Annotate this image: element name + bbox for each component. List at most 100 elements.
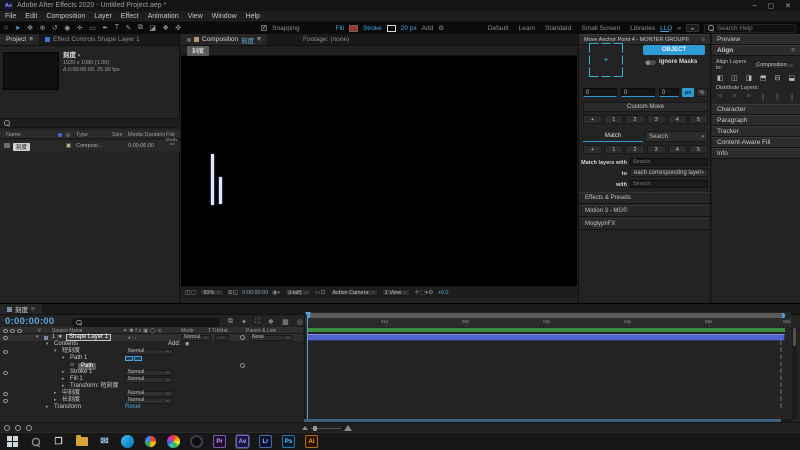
time-ruler[interactable]: 01s02s03s04s05s bbox=[305, 318, 791, 327]
workspace-tab[interactable]: Learn bbox=[518, 25, 535, 32]
mask-visibility-icon[interactable]: ◱ bbox=[233, 290, 239, 296]
row-stroke-1[interactable]: ▸ Stroke 1 Normal bbox=[0, 369, 303, 376]
match-preset-button[interactable]: 1 bbox=[604, 145, 623, 154]
property-group-name[interactable]: Transform: 短刻度 bbox=[70, 383, 118, 390]
short-tick-shape[interactable] bbox=[219, 177, 222, 204]
match-preset-button[interactable]: + bbox=[583, 145, 602, 154]
content-aware-fill-panel-header[interactable]: Content-Aware Fill bbox=[712, 137, 800, 148]
camera-dropdown[interactable]: Active Camera bbox=[330, 289, 378, 296]
shy-layers-icon[interactable]: ❖ bbox=[268, 318, 274, 326]
align-to-dropdown[interactable]: Composition bbox=[753, 62, 796, 69]
add-label[interactable]: Add bbox=[422, 25, 434, 32]
expand-in-out-icon[interactable] bbox=[26, 425, 32, 431]
anchor-x-field[interactable]: 0 bbox=[583, 88, 617, 97]
anchor-preset-button[interactable]: 1 bbox=[604, 115, 623, 124]
property-group-name[interactable]: Transform bbox=[54, 404, 81, 411]
twirl-icon[interactable]: ▸ bbox=[54, 397, 57, 404]
fill-swatch[interactable] bbox=[349, 25, 358, 32]
anchor-grid-icon[interactable]: + bbox=[589, 43, 623, 77]
menu-item[interactable]: View bbox=[188, 13, 203, 20]
comp-current-time[interactable]: 0:00:00:00 bbox=[242, 290, 268, 296]
paragraph-panel-header[interactable]: Paragraph bbox=[712, 115, 800, 126]
tab-project[interactable]: Project ≡ bbox=[0, 34, 39, 45]
layer-mode-dropdown[interactable]: Normal bbox=[181, 335, 211, 341]
eye-icon[interactable] bbox=[3, 392, 8, 396]
blend-mode-dropdown[interactable]: Normal bbox=[125, 391, 173, 397]
snapping-checkbox[interactable]: ✓ bbox=[261, 25, 267, 31]
row-group-short-tick[interactable]: ▾ 短刻度 Normal bbox=[0, 348, 303, 355]
lightroom-icon[interactable]: Lr bbox=[259, 435, 272, 448]
menu-item[interactable]: Animation bbox=[148, 13, 179, 20]
panel-menu-icon[interactable]: ≡ bbox=[29, 36, 33, 43]
task-view-icon[interactable]: ❐ bbox=[52, 435, 65, 448]
group-name[interactable]: 长刻度 bbox=[62, 397, 80, 404]
anchor-preset-button[interactable]: + bbox=[583, 115, 602, 124]
fill-label[interactable]: Fill bbox=[336, 25, 344, 32]
property-group-name[interactable]: Fill 1 bbox=[70, 376, 83, 383]
pickwhip-icon[interactable] bbox=[240, 335, 245, 340]
photoshop-icon[interactable]: Ps bbox=[282, 435, 295, 448]
twirl-icon[interactable]: ▾ bbox=[54, 348, 57, 355]
column-size[interactable]: Size bbox=[112, 132, 123, 138]
stroke-label[interactable]: Stroke bbox=[363, 25, 382, 32]
tab-effect-controls[interactable]: Effect Controls Shape Layer 1 bbox=[39, 34, 146, 45]
panel-menu-icon[interactable]: ≡ bbox=[257, 36, 261, 43]
expand-transfer-controls-icon[interactable] bbox=[15, 425, 21, 431]
panel-menu-icon[interactable]: ≡ bbox=[702, 37, 705, 43]
info-panel-header[interactable]: Info bbox=[712, 148, 800, 159]
group-name[interactable]: Contents bbox=[54, 341, 78, 348]
workspace-tab[interactable]: Small Screen bbox=[581, 25, 620, 32]
view-layout-dropdown[interactable]: 1 View bbox=[382, 289, 411, 296]
align-top-icon[interactable]: ⬒ bbox=[759, 74, 767, 82]
layer-duration-bar[interactable] bbox=[307, 334, 785, 341]
long-tick-shape[interactable] bbox=[211, 154, 214, 205]
rectangle-tool-icon[interactable]: ▭ bbox=[89, 24, 96, 32]
match-preset-button[interactable]: 2 bbox=[625, 145, 644, 154]
layer-color-chip[interactable] bbox=[44, 336, 48, 340]
premiere-pro-icon[interactable]: Pr bbox=[213, 435, 226, 448]
anchor-z-field[interactable]: 0 bbox=[659, 88, 679, 97]
align-bottom-icon[interactable]: ⬓ bbox=[788, 74, 796, 82]
draft-3d-icon[interactable]: ⛶ bbox=[255, 318, 260, 326]
layer-switches[interactable]: ♦ ÷ / bbox=[128, 334, 137, 341]
motion-blur-icon[interactable]: ◎ bbox=[297, 318, 303, 326]
close-button[interactable]: ✕ bbox=[785, 2, 791, 10]
selection-tool-icon[interactable]: ➤ bbox=[15, 24, 21, 32]
twirl-icon[interactable]: ▾ bbox=[36, 334, 39, 341]
blend-mode-dropdown[interactable]: Normal bbox=[125, 349, 173, 355]
menu-item[interactable]: Effect bbox=[121, 13, 139, 20]
comp-viewer[interactable] bbox=[181, 56, 577, 286]
stroke-swatch[interactable] bbox=[387, 25, 396, 32]
add-button-icon[interactable]: ◉ bbox=[185, 341, 189, 348]
row-group-long-tick[interactable]: ▸ 长刻度 Normal bbox=[0, 397, 303, 404]
menu-item[interactable]: File bbox=[5, 13, 16, 20]
menu-item[interactable]: Layer bbox=[94, 13, 112, 20]
label-color-swatch[interactable] bbox=[66, 143, 71, 148]
preview-panel-header[interactable]: Preview bbox=[712, 34, 800, 45]
row-path-1[interactable]: ▾ Path 1 ---- bbox=[0, 355, 303, 362]
group-name[interactable]: 短刻度 bbox=[62, 348, 80, 355]
pickwhip-icon[interactable] bbox=[240, 363, 245, 368]
add-gear-icon[interactable]: ⚙ bbox=[438, 24, 444, 32]
panel-menu-icon[interactable]: ≡ bbox=[31, 306, 35, 313]
align-h-center-icon[interactable]: ◫ bbox=[730, 74, 738, 82]
row-contents[interactable]: ▾ Contents Add: ◉ bbox=[0, 341, 303, 348]
group-name[interactable]: 中刻度 bbox=[62, 390, 80, 397]
match-layers-with-input[interactable] bbox=[630, 158, 708, 166]
distribute-left-icon[interactable]: ∥ bbox=[759, 93, 767, 101]
distribute-right-icon[interactable]: ∥ bbox=[788, 93, 796, 101]
twirl-icon[interactable]: ▾ bbox=[46, 341, 49, 348]
to-dropdown[interactable]: each corresponding layer bbox=[630, 168, 708, 177]
moglyphfx-panel-header[interactable]: MoglyphFX bbox=[579, 218, 710, 230]
anchor-preset-button[interactable]: 5 bbox=[689, 115, 708, 124]
project-item-row[interactable]: 刻度 Composi... 0:00:06:00 ⚯ bbox=[0, 141, 180, 151]
workspace-tab[interactable]: Default bbox=[488, 25, 509, 32]
project-search-field[interactable] bbox=[0, 118, 180, 128]
timeline-zoom-slider[interactable] bbox=[302, 425, 352, 431]
timeline-graph-area[interactable]: 01s02s03s04s05s 06s bbox=[304, 312, 791, 422]
color-wheel-app-icon[interactable] bbox=[167, 435, 180, 448]
edge-icon[interactable] bbox=[121, 435, 134, 448]
eraser-tool-icon[interactable]: ◪ bbox=[149, 24, 156, 32]
illustrator-icon[interactable]: Ai bbox=[305, 435, 318, 448]
transparency-grid-icon[interactable]: ⊡ bbox=[320, 290, 325, 296]
